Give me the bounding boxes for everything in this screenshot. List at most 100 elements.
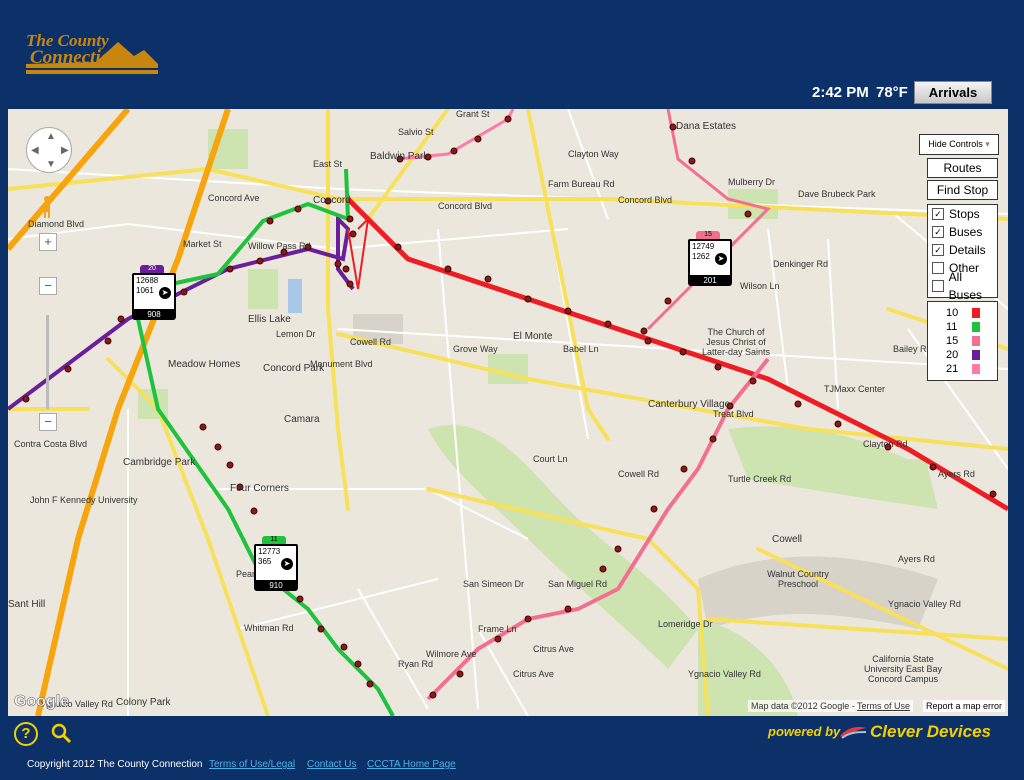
pan-left-icon[interactable]: ◀ [31,145,39,156]
layer-buses-toggle[interactable]: ✓ Buses [928,223,997,241]
map-label: Cowell [772,534,803,545]
map-label: Four Corners [230,483,289,494]
map-label: Salvio St [398,127,434,137]
bus-route-badge: 11 [262,536,286,544]
logo-line-2: Connection [30,47,121,68]
bus-marker-route-15[interactable]: 15 12749 1262 ➤ 201 [686,231,732,289]
checkbox-checked-icon[interactable]: ✓ [932,208,944,220]
layer-details-toggle[interactable]: ✓ Details [928,241,997,259]
map-label: Dave Brubeck Park [798,189,876,199]
map-label: El Monte [513,331,553,342]
map-label: Wilson Ln [740,281,780,291]
legend-row[interactable]: 21 [928,362,997,376]
direction-arrow-icon: ➤ [281,558,293,570]
map-label: Ellis Lake [248,314,291,325]
map-label: Sant Hill [8,599,46,610]
color-swatch [972,308,980,318]
contact-us-link[interactable]: Contact Us [307,759,356,770]
map-label: Cambridge Park [123,457,196,468]
checkbox-checked-icon[interactable]: ✓ [932,226,944,238]
map-label: Concord Blvd [618,195,673,205]
pan-right-icon[interactable]: ▶ [61,145,69,156]
direction-arrow-icon: ➤ [159,287,171,299]
pan-down-icon[interactable]: ▼ [46,159,56,170]
map-label: Concord Ave [208,193,260,203]
routes-button[interactable]: Routes [927,158,998,178]
color-swatch [972,336,980,346]
map-label: California State University East Bay Con… [863,654,943,684]
arrivals-button[interactable]: Arrivals [914,81,992,104]
map-label: Lomeridge Dr [658,619,713,629]
bus-marker-route-20[interactable]: 20 12688 1061 ➤ 908 [130,265,176,323]
map-label: Ryan Rd [398,659,434,669]
color-swatch [972,364,980,374]
hide-controls-button[interactable]: Hide Controls ▾ [919,134,999,155]
map-label: Concord [313,195,351,206]
legend-row[interactable]: 11 [928,320,997,334]
legend-row[interactable]: 20 [928,348,997,362]
map-label: Lemon Dr [276,329,316,339]
pan-up-icon[interactable]: ▲ [46,131,56,142]
zoom-control: + − − [39,189,57,431]
terms-of-use-legal-link[interactable]: Terms of Use/Legal [209,759,295,770]
map-label: Ygnacio Valley Rd [888,599,961,609]
clever-devices-logo-icon [840,726,867,739]
zoom-magnifier-icon[interactable] [50,722,72,744]
map-label: The Church of Jesus Christ of Latter-day… [701,327,771,357]
route-map[interactable]: Salvio St Baldwin Park Willow Pass Rd Co… [8,109,1008,716]
map-label: East St [313,159,343,169]
map-label: Ayers Rd [898,554,935,564]
current-temperature: 78°F [876,84,908,101]
zoom-in-button[interactable]: + [39,233,57,251]
map-label: Treat Blvd [713,409,754,419]
checkbox-unchecked-icon[interactable] [932,262,944,274]
map-label: Camara [284,414,320,425]
checkbox-checked-icon[interactable]: ✓ [932,244,944,256]
terms-of-use-link[interactable]: Terms of Use [857,701,910,711]
map-label: Willow Pass Rd [248,241,311,251]
map-label: Denkinger Rd [773,259,829,269]
map-label: Cowell Rd [618,469,660,479]
map-label: Walnut Country Preschool [767,569,829,589]
route-legend: 10 11 15 20 21 [927,301,998,381]
map-label: San Miguel Rd [548,579,608,589]
checkbox-unchecked-icon[interactable] [932,280,944,292]
color-swatch [972,350,980,360]
county-connection-logo[interactable]: The County Connection [26,28,158,80]
map-label: Wilmore Ave [426,649,477,659]
powered-by-label: powered by [768,724,841,739]
zoom-out-button[interactable]: − [39,413,57,431]
clever-devices-brand[interactable]: Clever Devices [870,722,991,742]
google-logo[interactable]: Google [14,693,70,711]
map-label: Whitman Rd [244,623,294,633]
map-label: Market St [183,239,222,249]
bus-marker-route-11[interactable]: 11 12773 365 ➤ 910 [252,536,298,594]
map-label: Court Ln [533,454,568,464]
legend-row[interactable]: 15 [928,334,997,348]
map-label: Baldwin Park [370,151,429,162]
find-stop-button[interactable]: Find Stop [927,180,998,200]
pan-control[interactable]: ▲ ▼ ◀ ▶ [26,127,72,173]
map-label: Grant St [456,109,490,119]
zoom-track[interactable] [46,315,49,409]
cccta-home-page-link[interactable]: CCCTA Home Page [367,759,456,770]
map-label: Concord Park [263,363,325,374]
map-label: Contra Costa Blvd [14,439,88,449]
layer-all-buses-toggle[interactable]: All Buses [928,270,997,302]
copyright-text: Copyright 2012 The County Connection [27,759,203,770]
layer-toggles: ✓ Stops ✓ Buses ✓ Details Other All Buses [927,204,998,302]
legend-row[interactable]: 10 [928,306,997,320]
bus-block-number: 908 [132,309,176,320]
map-label: Meadow Homes [168,359,241,370]
zoom-slider-handle[interactable]: − [39,277,57,295]
map-attribution: Map data ©2012 Google - Terms of Use [748,700,914,712]
report-map-error-link[interactable]: Report a map error [923,700,1006,712]
map-label: Turtle Creek Rd [728,474,792,484]
map-label: Ygnacio Valley Rd [688,669,761,679]
map-label: Grove Way [453,344,498,354]
help-icon[interactable]: ? [14,722,38,746]
direction-arrow-icon: ➤ [715,253,727,265]
map-label: Dana Estates [676,121,737,132]
layer-stops-toggle[interactable]: ✓ Stops [928,205,997,223]
bus-route-badge: 15 [696,231,720,239]
